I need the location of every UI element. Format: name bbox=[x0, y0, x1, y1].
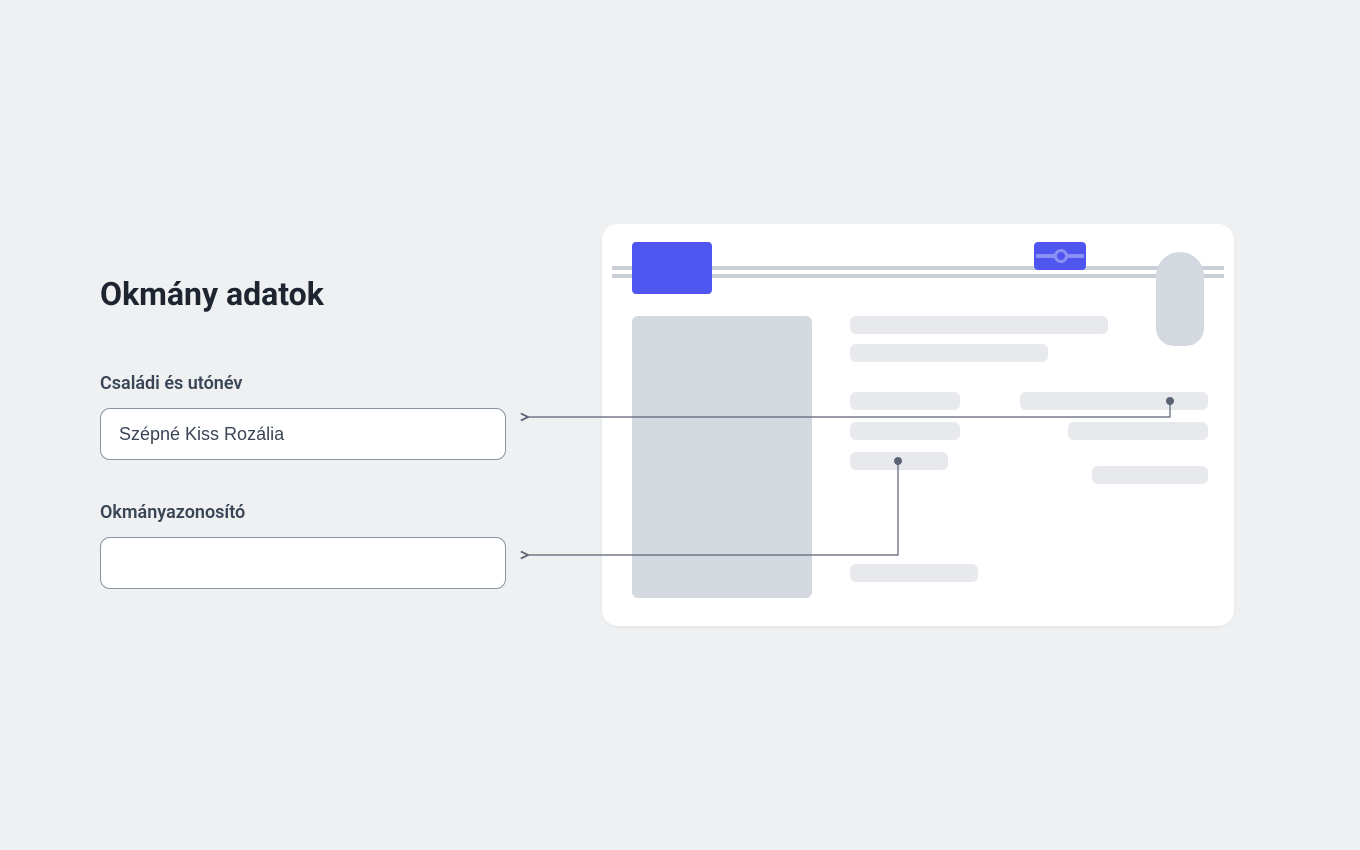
card-text-line bbox=[850, 564, 978, 582]
fingerprint-icon bbox=[1156, 252, 1204, 346]
card-text-line bbox=[1092, 466, 1208, 484]
name-label: Családi és utónév bbox=[100, 373, 506, 394]
card-text-line bbox=[850, 422, 960, 440]
card-text-line bbox=[1068, 422, 1208, 440]
card-text-line bbox=[850, 452, 948, 470]
card-text-line bbox=[1020, 392, 1208, 410]
card-text-line bbox=[850, 392, 960, 410]
docid-group: Okmányazonosító bbox=[100, 502, 506, 589]
name-group: Családi és utónév bbox=[100, 373, 506, 460]
flag-badge bbox=[632, 242, 712, 294]
id-card-illustration bbox=[602, 224, 1234, 626]
form-title: Okmány adatok bbox=[100, 275, 506, 313]
docid-label: Okmányazonosító bbox=[100, 502, 506, 523]
photo-placeholder bbox=[632, 316, 812, 598]
docid-input[interactable] bbox=[100, 537, 506, 589]
document-data-form: Okmány adatok Családi és utónév Okmányaz… bbox=[100, 275, 506, 631]
chip-circle bbox=[1054, 249, 1068, 263]
card-text-line bbox=[850, 344, 1048, 362]
card-text-line bbox=[850, 316, 1108, 334]
name-input[interactable] bbox=[100, 408, 506, 460]
